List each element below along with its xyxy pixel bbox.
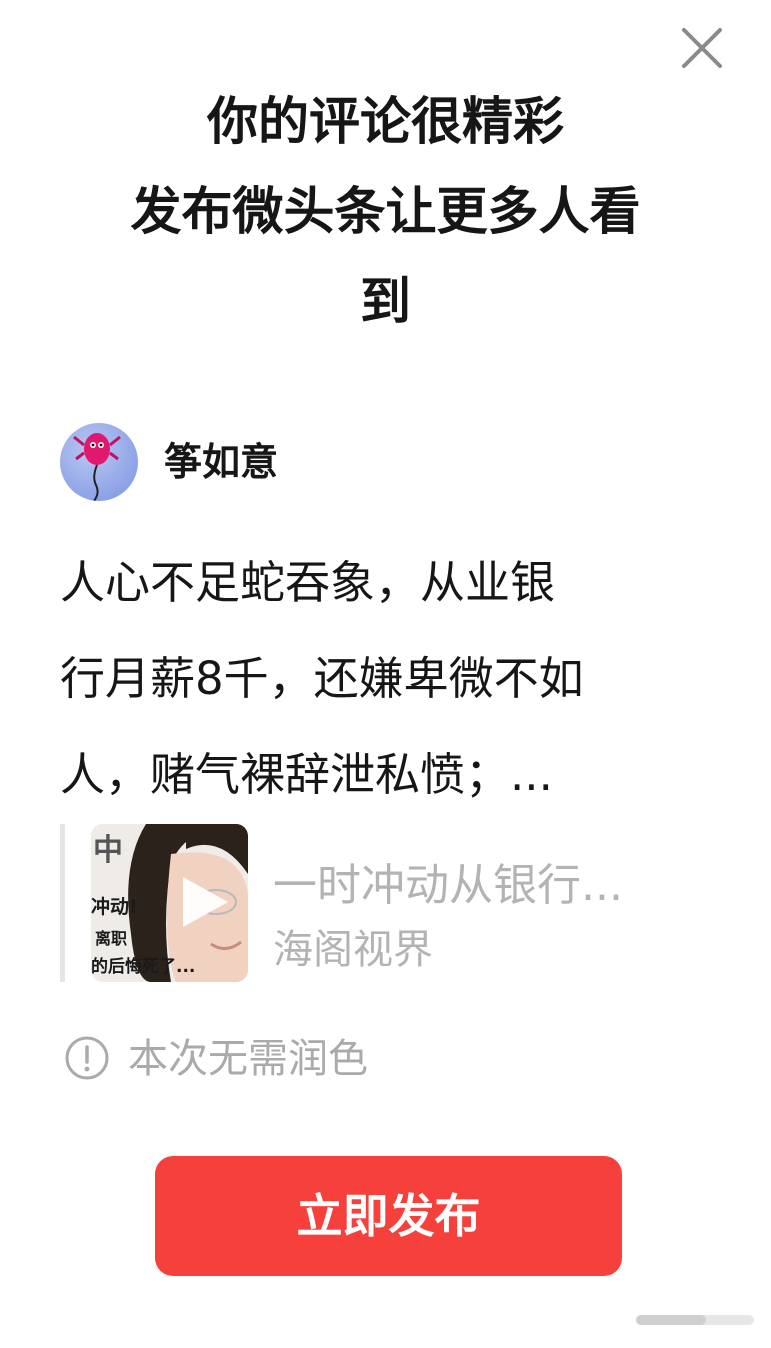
- avatar: [60, 423, 138, 501]
- author-name: 筝如意: [164, 440, 279, 484]
- thumbnail-caption: 冲动!: [91, 896, 138, 918]
- close-icon: [682, 28, 722, 68]
- comment-text: 人心不足蛇吞象，从业银 行月薪8千，还嫌卑微不如 人，赌气裸辞泄私愤；...: [60, 535, 720, 823]
- quote-bar: [60, 824, 65, 982]
- article-card[interactable]: 中 冲动! 离职 的后悔死了... 一时冲动从银行... 海阁视界: [60, 824, 720, 982]
- comment-line: 人，赌气裸辞泄私愤；...: [60, 748, 553, 801]
- comment-line: 行月薪8千，还嫌卑微不如: [60, 652, 584, 705]
- comment-line: 人心不足蛇吞象，从业银: [60, 556, 556, 609]
- close-button[interactable]: [681, 27, 723, 69]
- exclamation-circle-icon: [65, 1036, 109, 1080]
- notice-text: 本次无需润色: [128, 1036, 368, 1082]
- polish-notice: 本次无需润色: [64, 1032, 564, 1086]
- kite-icon: [73, 433, 121, 501]
- thumbnail-caption: 离职: [95, 929, 128, 948]
- article-source: 海阁视界: [273, 927, 433, 973]
- title-line: 到: [359, 273, 411, 332]
- video-thumbnail[interactable]: 中 冲动! 离职 的后悔死了...: [91, 824, 248, 982]
- author-row: 筝如意: [60, 423, 660, 501]
- publish-button[interactable]: 立即发布: [155, 1156, 622, 1276]
- thumbnail-caption: 中: [93, 833, 123, 868]
- dialog-title: 你的评论很精彩 发布微头条让更多人看 到: [40, 78, 731, 348]
- home-indicator: [636, 1315, 754, 1325]
- thumbnail-caption: 的后悔死了...: [91, 957, 196, 977]
- title-line: 你的评论很精彩: [206, 93, 564, 152]
- article-title: 一时冲动从银行...: [273, 860, 623, 911]
- title-line: 发布微头条让更多人看: [130, 183, 641, 242]
- play-icon[interactable]: [173, 872, 233, 932]
